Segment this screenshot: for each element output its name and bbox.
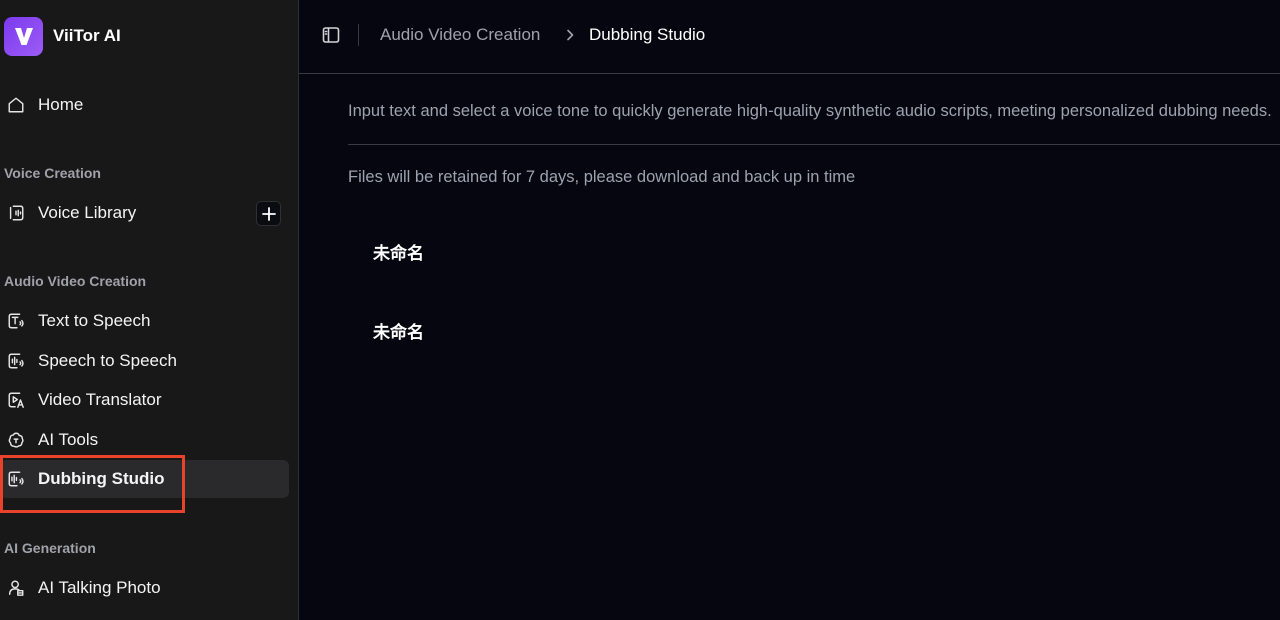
top-bar: Audio Video Creation Dubbing Studio	[299, 0, 1280, 74]
sidebar-item-speech-to-speech[interactable]: Speech to Speech	[0, 342, 289, 380]
sidebar-item-ai-talking-photo[interactable]: AI Talking Photo	[0, 569, 289, 607]
breadcrumb-audio-video-creation[interactable]: Audio Video Creation	[380, 25, 540, 45]
sidebar-item-label: AI Talking Photo	[38, 578, 161, 597]
talking-photo-icon	[6, 578, 26, 598]
sidebar-item-home[interactable]: Home	[0, 86, 289, 124]
divider	[348, 144, 1280, 145]
sidebar-item-label: Speech to Speech	[38, 351, 177, 370]
retention-note: Files will be retained for 7 days, pleas…	[348, 168, 856, 186]
divider	[358, 24, 359, 46]
app-root: ViiTor AI Home Voice Creation Voice Libr…	[0, 0, 1280, 620]
ai-tools-icon	[6, 430, 26, 450]
add-voice-button[interactable]	[256, 201, 281, 226]
viitor-logo-icon	[4, 16, 43, 56]
sidebar-item-label: Voice Library	[38, 203, 137, 222]
sidebar-toggle-icon[interactable]	[321, 25, 341, 45]
project-item[interactable]: 未命名	[373, 239, 424, 264]
speech-to-speech-icon	[6, 351, 26, 371]
project-item[interactable]: 未命名	[373, 318, 424, 343]
sidebar-item-voice-library[interactable]: Voice Library	[0, 194, 289, 232]
brand-name: ViiTor AI	[53, 26, 121, 45]
sidebar-item-ai-tools[interactable]: AI Tools	[0, 421, 289, 459]
sidebar-item-label: AI Tools	[38, 430, 99, 449]
section-title-audio-video-creation: Audio Video Creation	[4, 273, 147, 289]
sidebar-item-dubbing-studio[interactable]: Dubbing Studio	[0, 460, 289, 498]
sidebar-item-label: Home	[38, 95, 84, 114]
section-title-ai-generation: AI Generation	[4, 540, 96, 556]
sidebar-item-label: Video Translator	[38, 390, 162, 409]
brand[interactable]: ViiTor AI	[4, 16, 121, 56]
breadcrumb-dubbing-studio: Dubbing Studio	[589, 25, 706, 44]
dubbing-studio-icon	[6, 469, 26, 489]
page-description: Input text and select a voice tone to qu…	[348, 102, 1272, 120]
text-to-speech-icon	[6, 311, 26, 331]
chevron-right-icon	[562, 27, 578, 43]
sidebar-item-video-translator[interactable]: Video Translator	[0, 381, 289, 419]
voice-library-icon	[6, 203, 26, 223]
home-icon	[6, 95, 26, 115]
sidebar: ViiTor AI Home Voice Creation Voice Libr…	[0, 0, 299, 620]
sidebar-item-label: Dubbing Studio	[38, 469, 165, 488]
plus-icon	[261, 206, 276, 221]
sidebar-item-text-to-speech[interactable]: Text to Speech	[0, 302, 289, 340]
main-content: Audio Video Creation Dubbing Studio Inpu…	[299, 0, 1280, 620]
section-title-voice-creation: Voice Creation	[4, 165, 101, 181]
video-translator-icon	[6, 390, 26, 410]
sidebar-item-label: Text to Speech	[38, 311, 151, 330]
